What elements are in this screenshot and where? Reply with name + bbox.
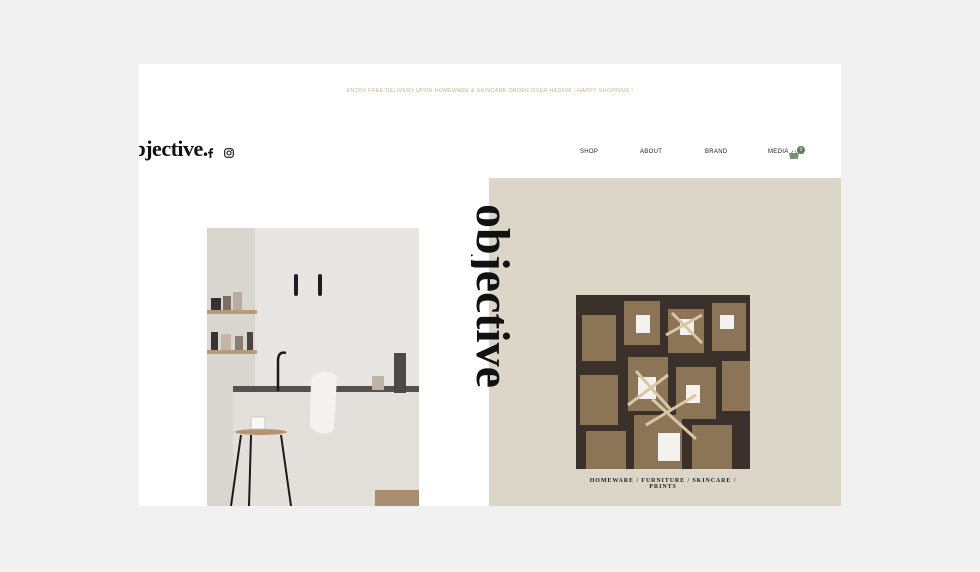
nav-media[interactable]: MEDIA (768, 149, 789, 155)
page-frame: ENJOY FREE DELIVERY UPON HOMEWARE & SKIN… (139, 64, 841, 506)
announcement-bar: ENJOY FREE DELIVERY UPON HOMEWARE & SKIN… (346, 88, 634, 94)
category-caption: HOMEWARE / FURNITURE / SKINCARE / PRINTS (589, 478, 737, 490)
facebook-icon[interactable] (204, 147, 216, 159)
vertical-brand-wordmark: objective. (466, 204, 519, 400)
site-logo[interactable]: objective. (139, 136, 208, 162)
packaging-photo[interactable] (576, 295, 750, 469)
nav-brand[interactable]: BRAND (705, 149, 728, 155)
instagram-icon[interactable] (223, 147, 235, 159)
kitchen-photo[interactable] (207, 228, 419, 506)
cart-count-badge: 0 (797, 146, 805, 154)
nav-about[interactable]: ABOUT (640, 149, 662, 155)
nav-shop[interactable]: SHOP (580, 149, 598, 155)
vertical-brand-text: objective. (471, 204, 511, 389)
